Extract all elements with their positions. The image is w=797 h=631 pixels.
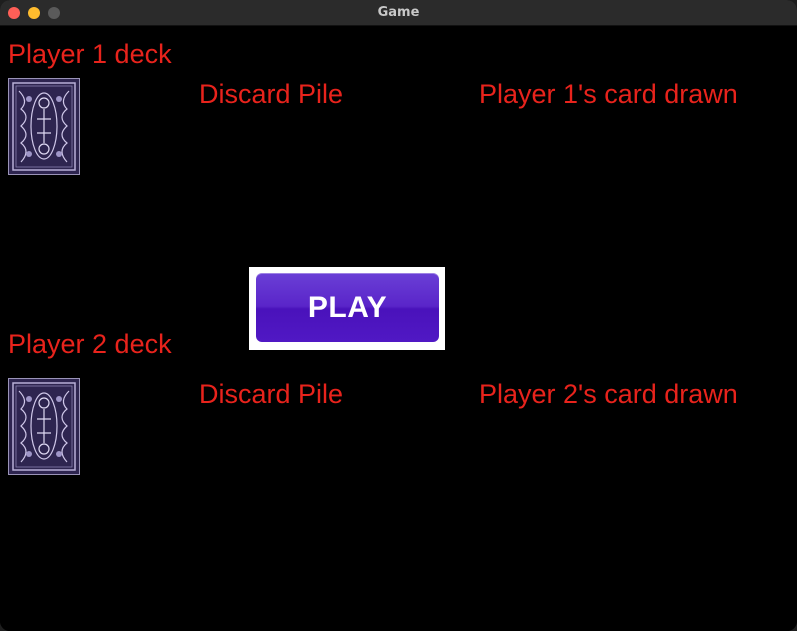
player2-drawn-label: Player 2's card drawn [479, 379, 738, 409]
game-canvas: Player 1 deck Discard Pile Player 1's ca… [0, 26, 797, 631]
player1-deck-label: Player 1 deck [8, 39, 172, 69]
player1-discard-label: Discard Pile [199, 79, 344, 109]
window-title: Game [377, 5, 420, 20]
play-button[interactable]: PLAY [256, 273, 439, 342]
play-button-frame: PLAY [249, 267, 445, 350]
player2-deck-label: Player 2 deck [8, 329, 172, 359]
card-back-icon [9, 79, 79, 174]
player2-deck-card[interactable] [8, 378, 80, 475]
player1-drawn-label: Player 1's card drawn [479, 79, 738, 109]
title-bar: Game [0, 0, 797, 26]
card-back-icon [9, 379, 79, 474]
game-window: Game Player 1 deck Discard Pile Player 1… [0, 0, 797, 631]
player1-deck-card[interactable] [8, 78, 80, 175]
player2-discard-label: Discard Pile [199, 379, 344, 409]
